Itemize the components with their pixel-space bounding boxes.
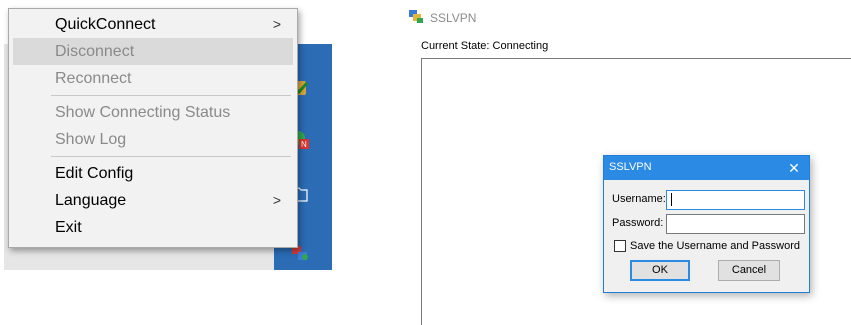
close-icon[interactable]: ✕ <box>779 156 809 180</box>
app-titlebar: SSLVPN <box>408 9 476 27</box>
menu-item-exit[interactable]: Exit <box>13 214 293 241</box>
menu-item-reconnect[interactable]: Reconnect <box>13 65 293 92</box>
ok-button[interactable]: OK <box>630 260 690 281</box>
dialog-title: SSLVPN <box>609 161 652 173</box>
sslvpn-app-icon <box>408 8 424 29</box>
text-caret <box>671 193 672 206</box>
menu-separator <box>51 95 291 96</box>
save-credentials-label: Save the Username and Password <box>630 240 800 252</box>
password-label: Password: <box>612 217 664 229</box>
save-credentials-row[interactable]: Save the Username and Password <box>614 240 800 252</box>
menu-item-label: Exit <box>55 219 82 236</box>
cancel-button[interactable]: Cancel <box>718 260 780 281</box>
connection-state-text: Current State: Connecting <box>421 40 549 52</box>
dialog-titlebar: SSLVPN ✕ <box>604 156 809 180</box>
menu-item-label: Show Connecting Status <box>55 104 231 121</box>
menu-item-label: QuickConnect <box>55 16 156 33</box>
app-title: SSLVPN <box>430 11 477 25</box>
menu-item-language[interactable]: Language > <box>13 187 293 214</box>
username-label: Username: <box>612 193 666 205</box>
username-input[interactable] <box>666 190 805 210</box>
menu-item-show-connecting-status[interactable]: Show Connecting Status <box>13 99 293 126</box>
menu-item-label: Reconnect <box>55 70 132 87</box>
menu-item-disconnect[interactable]: Disconnect <box>13 38 293 65</box>
svg-text:N: N <box>301 140 307 149</box>
menu-item-label: Show Log <box>55 131 127 148</box>
menu-item-label: Language <box>55 192 127 209</box>
password-input[interactable] <box>666 214 805 234</box>
submenu-arrow-icon: > <box>272 192 281 208</box>
tray-context-menu: QuickConnect > Disconnect Reconnect Show… <box>8 8 298 248</box>
save-credentials-checkbox[interactable] <box>614 240 626 252</box>
menu-item-show-log[interactable]: Show Log <box>13 126 293 153</box>
menu-item-edit-config[interactable]: Edit Config <box>13 160 293 187</box>
menu-item-quickconnect[interactable]: QuickConnect > <box>13 11 293 38</box>
menu-item-label: Disconnect <box>55 43 135 60</box>
menu-item-label: Edit Config <box>55 165 134 182</box>
login-dialog: SSLVPN ✕ Username: Password: Save the Us… <box>603 155 810 293</box>
menu-separator <box>51 156 291 157</box>
submenu-arrow-icon: > <box>272 16 281 32</box>
